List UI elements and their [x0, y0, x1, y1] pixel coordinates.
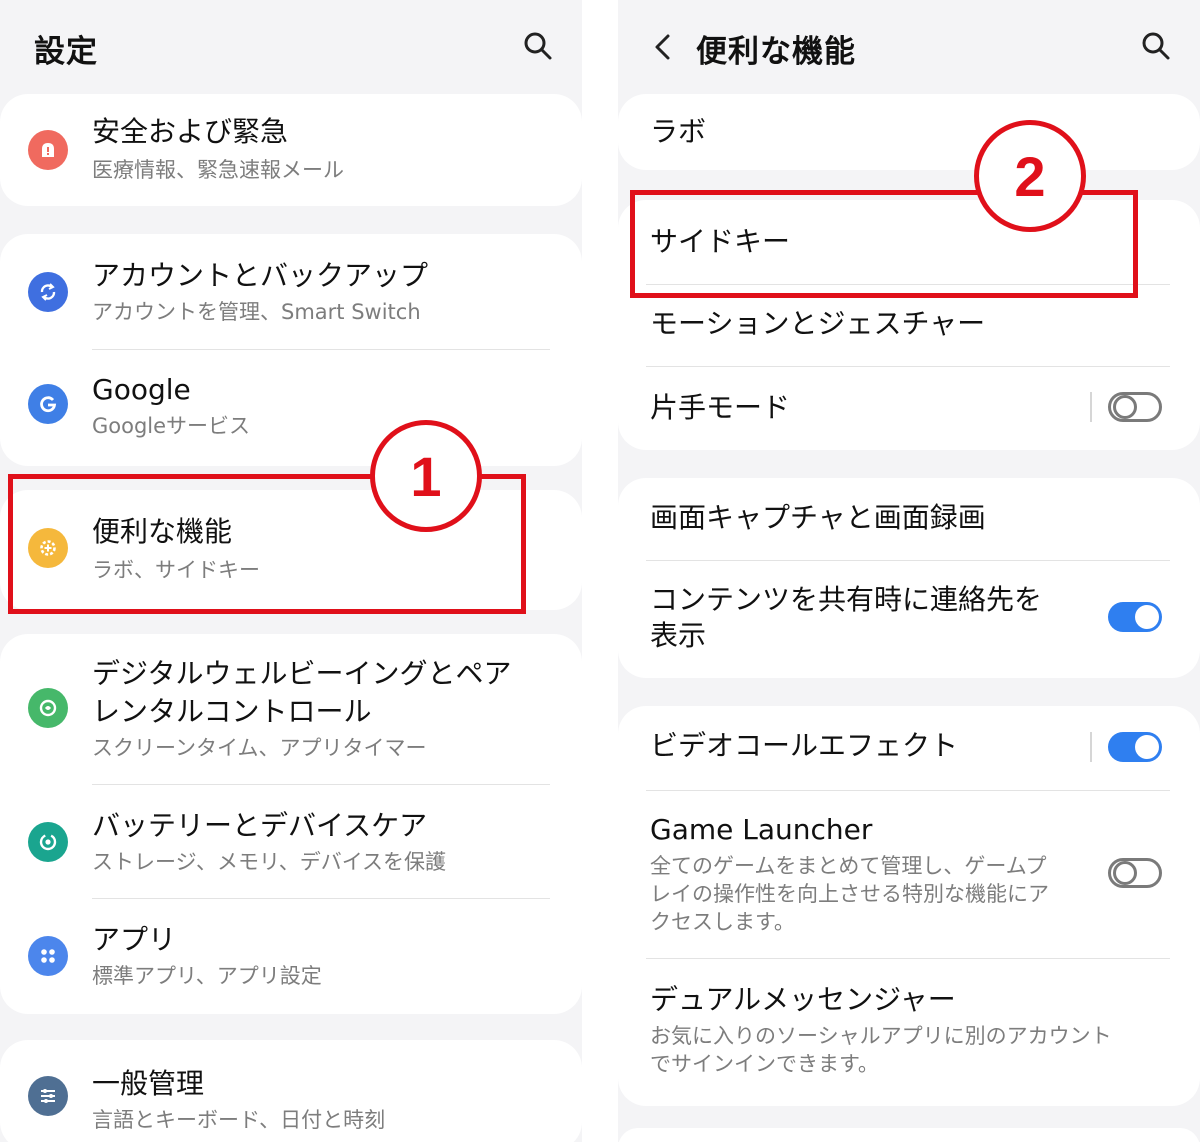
- card-next: [618, 1128, 1200, 1142]
- item-title: バッテリーとデバイスケア: [92, 809, 428, 842]
- page-title: 便利な機能: [696, 34, 856, 70]
- feature-item-game-launcher[interactable]: Game Launcher 全てのゲームをまとめて管理し、ゲームプ レイの操作性…: [618, 792, 1200, 958]
- top-bar: 設定: [0, 0, 582, 92]
- feature-item-video-call-effects[interactable]: ビデオコールエフェクト: [618, 706, 1200, 790]
- item-subtitle: 全てのゲームをまとめて管理し、ゲームプ: [650, 854, 1047, 878]
- item-subtitle: 医療情報、緊急速報メール: [92, 158, 344, 182]
- step-badge-2: 2: [974, 120, 1086, 232]
- feature-item-motions-gestures[interactable]: モーションとジェスチャー: [618, 286, 1200, 366]
- item-subtitle: Googleサービス: [92, 414, 251, 438]
- game-launcher-toggle[interactable]: [1108, 858, 1162, 888]
- item-title: 片手モード: [650, 391, 791, 424]
- video-call-effects-toggle[interactable]: [1108, 732, 1162, 762]
- advanced-features-panel: 便利な機能 ラボ サイドキー モーションとジェスチャー 片手モード 画面キャプチ…: [618, 0, 1200, 1142]
- step-number-1: 1: [410, 444, 442, 508]
- item-subtitle: 標準アプリ、アプリ設定: [92, 964, 322, 988]
- item-title: アプリ: [92, 923, 177, 956]
- feature-item-dual-messenger[interactable]: デュアルメッセンジャー お気に入りのソーシャルアプリに別のアカウント でサインイ…: [618, 960, 1200, 1100]
- item-title: 安全および緊急: [92, 115, 289, 148]
- search-icon[interactable]: [1140, 30, 1172, 62]
- separator: [1090, 732, 1092, 762]
- back-arrow-icon[interactable]: [646, 30, 680, 64]
- item-title: 一般管理: [92, 1067, 205, 1100]
- feature-item-labs[interactable]: ラボ: [618, 94, 1200, 170]
- item-title: ラボ: [650, 115, 707, 148]
- apps-icon: [28, 936, 68, 976]
- settings-item-general-management[interactable]: 一般管理 言語とキーボード、日付と時刻: [0, 1040, 582, 1142]
- item-subtitle: 言語とキーボード、日付と時刻: [92, 1108, 386, 1132]
- feature-item-screenshots-recorder[interactable]: 画面キャプチャと画面録画: [618, 478, 1200, 560]
- divider: [92, 898, 550, 899]
- item-title: アカウントとバックアップ: [92, 259, 429, 292]
- settings-item-digital-wellbeing[interactable]: デジタルウェルビーイングとペア レンタルコントロール スクリーンタイム、アプリタ…: [0, 634, 582, 784]
- sync-icon: [28, 272, 68, 312]
- divider: [646, 366, 1170, 367]
- settings-item-safety[interactable]: 安全および緊急 医療情報、緊急速報メール: [0, 94, 582, 206]
- search-icon[interactable]: [522, 30, 554, 62]
- settings-item-device-care[interactable]: バッテリーとデバイスケア ストレージ、メモリ、デバイスを保護: [0, 786, 582, 900]
- step-number-2: 2: [1014, 144, 1046, 208]
- item-subtitle: お気に入りのソーシャルアプリに別のアカウント: [650, 1024, 1112, 1048]
- item-title-line2: レンタルコントロール: [92, 695, 372, 728]
- item-title: デジタルウェルビーイングとペア: [92, 657, 512, 690]
- settings-item-apps[interactable]: アプリ 標準アプリ、アプリ設定: [0, 900, 582, 1014]
- sliders-icon: [28, 1076, 68, 1116]
- one-handed-mode-toggle[interactable]: [1108, 392, 1162, 422]
- wellbeing-icon: [28, 688, 68, 728]
- item-title: Google: [92, 373, 191, 406]
- divider: [92, 784, 550, 785]
- item-subtitle-line3: クセスします。: [650, 910, 795, 934]
- divider: [646, 790, 1170, 791]
- item-title: Game Launcher: [650, 813, 873, 846]
- item-subtitle: スクリーンタイム、アプリタイマー: [92, 736, 427, 760]
- divider: [646, 958, 1170, 959]
- item-subtitle-line2: でサインインできます。: [650, 1052, 879, 1076]
- divider: [646, 560, 1170, 561]
- feature-item-show-contacts-sharing[interactable]: コンテンツを共有時に連絡先を 表示: [618, 562, 1200, 678]
- google-icon: [28, 384, 68, 424]
- item-title: コンテンツを共有時に連絡先を: [650, 583, 1043, 616]
- item-title: ビデオコールエフェクト: [650, 729, 959, 762]
- settings-item-google[interactable]: Google Googleサービス: [0, 350, 582, 466]
- item-title: デュアルメッセンジャー: [650, 983, 956, 1016]
- separator: [1090, 392, 1092, 422]
- device-care-icon: [28, 822, 68, 862]
- item-subtitle: ストレージ、メモリ、デバイスを保護: [92, 850, 447, 874]
- show-contacts-toggle[interactable]: [1108, 602, 1162, 632]
- feature-item-one-handed-mode[interactable]: 片手モード: [618, 368, 1200, 450]
- step-badge-1: 1: [370, 420, 482, 532]
- settings-panel: 設定 安全および緊急 医療情報、緊急速報メール アカウントとバックアップ アカウ…: [0, 0, 582, 1142]
- item-subtitle-line2: レイの操作性を向上させる特別な機能にア: [650, 882, 1049, 906]
- item-title: 画面キャプチャと画面録画: [650, 501, 986, 534]
- item-subtitle: アカウントを管理、Smart Switch: [92, 300, 421, 324]
- page-title: 設定: [34, 34, 98, 70]
- item-title-line2: 表示: [650, 619, 707, 652]
- top-bar: 便利な機能: [618, 0, 1200, 92]
- settings-item-accounts[interactable]: アカウントとバックアップ アカウントを管理、Smart Switch: [0, 234, 582, 350]
- alert-icon: [28, 130, 68, 170]
- item-title: モーションとジェスチャー: [650, 307, 986, 340]
